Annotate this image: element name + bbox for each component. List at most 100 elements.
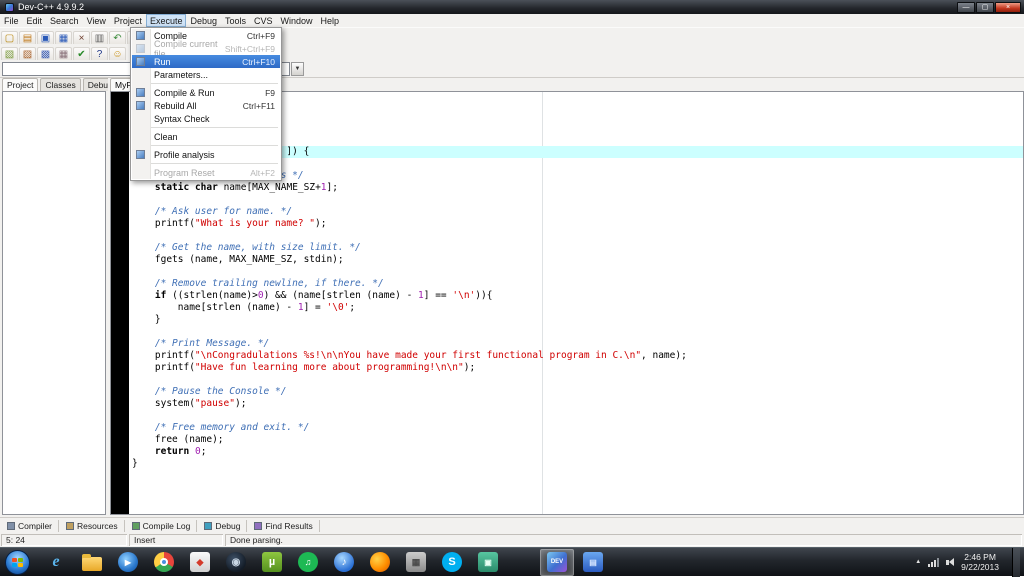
code-line-21[interactable]: /* Pause the Console */ bbox=[132, 386, 1023, 398]
network-icon[interactable] bbox=[928, 558, 939, 567]
taskbar-steam-button[interactable]: ◉ bbox=[219, 549, 253, 576]
menu-view[interactable]: View bbox=[83, 14, 110, 27]
menu-item-syntax-check[interactable]: Syntax Check bbox=[132, 112, 280, 125]
menu-execute[interactable]: Execute bbox=[146, 14, 187, 27]
desktop: Dev-C++ 4.9.9.2 — ▢ × FileEditSearchView… bbox=[0, 0, 1024, 576]
taskbar-itunes-button[interactable]: ♪ bbox=[327, 549, 361, 576]
taskbar-media-player-button[interactable]: ▶ bbox=[111, 549, 145, 576]
menu-tools[interactable]: Tools bbox=[221, 14, 250, 27]
report-tab-debug[interactable]: Debug bbox=[198, 520, 247, 532]
pinned-app-15-icon: ▤ bbox=[583, 552, 603, 572]
code-line-25[interactable]: free (name); bbox=[132, 434, 1023, 446]
code-line-16[interactable] bbox=[132, 326, 1023, 338]
taskbar-clock[interactable]: 2:46 PM 9/22/2013 bbox=[961, 552, 999, 572]
taskbar-skype-button[interactable]: S bbox=[435, 549, 469, 576]
show-desktop-button[interactable] bbox=[1012, 548, 1020, 577]
maximize-button[interactable]: ▢ bbox=[976, 2, 994, 13]
cursor-position: 5: 24 bbox=[1, 534, 127, 546]
compile-icon bbox=[136, 31, 145, 40]
code-line-24[interactable]: /* Free memory and exit. */ bbox=[132, 422, 1023, 434]
code-line-13[interactable]: if ((strlen(name)>0) && (name[strlen (na… bbox=[132, 290, 1023, 302]
code-line-20[interactable] bbox=[132, 374, 1023, 386]
code-line-23[interactable] bbox=[132, 410, 1023, 422]
code-line-18[interactable]: printf("\nCongradulations %s!\n\nYou hav… bbox=[132, 350, 1023, 362]
tray-expand-button[interactable]: ▲ bbox=[915, 559, 921, 565]
chrome-icon bbox=[154, 552, 174, 572]
menu-item-label: Parameters... bbox=[154, 70, 208, 80]
report-tab-resources[interactable]: Resources bbox=[60, 520, 125, 532]
panel-tab-project[interactable]: Project bbox=[2, 78, 38, 91]
code-line-15[interactable]: } bbox=[132, 314, 1023, 326]
menu-search[interactable]: Search bbox=[46, 14, 83, 27]
code-line-27[interactable]: } bbox=[132, 458, 1023, 470]
title-bar[interactable]: Dev-C++ 4.9.9.2 — ▢ × bbox=[0, 0, 1024, 14]
compile-run-icon bbox=[136, 88, 145, 97]
code-line-10[interactable]: fgets (name, MAX_NAME_SZ, stdin); bbox=[132, 254, 1023, 266]
itunes-icon: ♪ bbox=[334, 552, 354, 572]
code-line-17[interactable]: /* Print Message. */ bbox=[132, 338, 1023, 350]
menu-item-label: Rebuild All bbox=[154, 101, 197, 111]
report-tabs: CompilerResources Compile Log Debug Find Re… bbox=[0, 517, 1024, 533]
code-line-14[interactable]: name[strlen (name) - 1] = '\0'; bbox=[132, 302, 1023, 314]
pinned-app-13-icon: ▣ bbox=[478, 552, 498, 572]
menu-item-program-reset[interactable]: Program ResetAlt+F2 bbox=[132, 166, 280, 179]
menu-debug[interactable]: Debug bbox=[186, 14, 221, 27]
report-tab-find-results[interactable]: Find Results bbox=[248, 520, 319, 532]
panel-tab-classes[interactable]: Classes bbox=[40, 78, 80, 91]
menu-window[interactable]: Window bbox=[277, 14, 317, 27]
code-line-9[interactable]: /* Get the name, with size limit. */ bbox=[132, 242, 1023, 254]
steam-icon: ◉ bbox=[226, 552, 246, 572]
report-tab-label: Compile Log bbox=[143, 521, 191, 531]
editor-gutter[interactable] bbox=[111, 92, 129, 514]
project-tree[interactable] bbox=[2, 91, 106, 515]
menu-edit[interactable]: Edit bbox=[23, 14, 47, 27]
taskbar-icons: e ▶ ◆ ◉ µ♫ ♪ ▦S ▣ DEV ▤ bbox=[38, 548, 611, 576]
code-line-4[interactable]: static char name[MAX_NAME_SZ+1]; bbox=[132, 182, 1023, 194]
volume-icon[interactable] bbox=[946, 558, 954, 566]
taskbar-firefox-button[interactable] bbox=[363, 549, 397, 576]
report-tab-label: Find Results bbox=[265, 521, 312, 531]
menu-project[interactable]: Project bbox=[110, 14, 146, 27]
menu-item-compile-current-file[interactable]: Compile current fileShift+Ctrl+F9 bbox=[132, 42, 280, 55]
menu-item-profile-analysis[interactable]: Profile analysis bbox=[132, 148, 280, 161]
taskbar-dev-cpp-button[interactable]: DEV bbox=[540, 549, 574, 576]
code-line-6[interactable]: /* Ask user for name. */ bbox=[132, 206, 1023, 218]
taskbar-pinned-app-5-button[interactable]: ◆ bbox=[183, 549, 217, 576]
code-line-7[interactable]: printf("What is your name? "); bbox=[132, 218, 1023, 230]
menu-item-label: Compile & Run bbox=[154, 88, 215, 98]
menu-cvs[interactable]: CVS bbox=[250, 14, 277, 27]
menu-item-rebuild-all[interactable]: Rebuild AllCtrl+F11 bbox=[132, 99, 280, 112]
code-line-26[interactable]: return 0; bbox=[132, 446, 1023, 458]
menu-item-parameters[interactable]: Parameters... bbox=[132, 68, 280, 81]
code-line-8[interactable] bbox=[132, 230, 1023, 242]
taskbar-pinned-app-15-button[interactable]: ▤ bbox=[576, 549, 610, 576]
insert-mode-indicator: Insert bbox=[129, 534, 223, 546]
menu-item-clean[interactable]: Clean bbox=[132, 130, 280, 143]
menu-help[interactable]: Help bbox=[317, 14, 344, 27]
code-line-22[interactable]: system("pause"); bbox=[132, 398, 1023, 410]
report-tab-compiler[interactable]: Compiler bbox=[1, 520, 59, 532]
taskbar-pinned-app-7-button[interactable]: µ bbox=[255, 549, 289, 576]
minimize-button[interactable]: — bbox=[957, 2, 975, 13]
taskbar-chrome-button[interactable] bbox=[147, 549, 181, 576]
menu-item-compile-run[interactable]: Compile & RunF9 bbox=[132, 86, 280, 99]
combo-dropdown-arrow-icon[interactable]: ▼ bbox=[291, 62, 304, 76]
taskbar-windows-explorer-button[interactable] bbox=[75, 549, 109, 576]
report-tab-compile-log[interactable]: Compile Log bbox=[126, 520, 198, 532]
media-player-icon: ▶ bbox=[118, 552, 138, 572]
close-button[interactable]: × bbox=[995, 2, 1021, 13]
menu-item-run[interactable]: RunCtrl+F10 bbox=[132, 55, 280, 68]
taskbar-pinned-app-13-button[interactable]: ▣ bbox=[471, 549, 505, 576]
start-button[interactable] bbox=[5, 550, 30, 575]
code-line-12[interactable]: /* Remove trailing newline, if there. */ bbox=[132, 278, 1023, 290]
code-line-19[interactable]: printf("Have fun learning more about pro… bbox=[132, 362, 1023, 374]
resources-icon bbox=[66, 522, 74, 530]
code-line-11[interactable] bbox=[132, 266, 1023, 278]
find-results-icon bbox=[254, 522, 262, 530]
taskbar-internet-explorer-button[interactable]: e bbox=[39, 549, 73, 576]
taskbar-spotify-button[interactable]: ♫ bbox=[291, 549, 325, 576]
menu-file[interactable]: File bbox=[0, 14, 23, 27]
code-line-5[interactable] bbox=[132, 194, 1023, 206]
taskbar-pinned-app-11-button[interactable]: ▦ bbox=[399, 549, 433, 576]
menu-item-label: Syntax Check bbox=[154, 114, 210, 124]
